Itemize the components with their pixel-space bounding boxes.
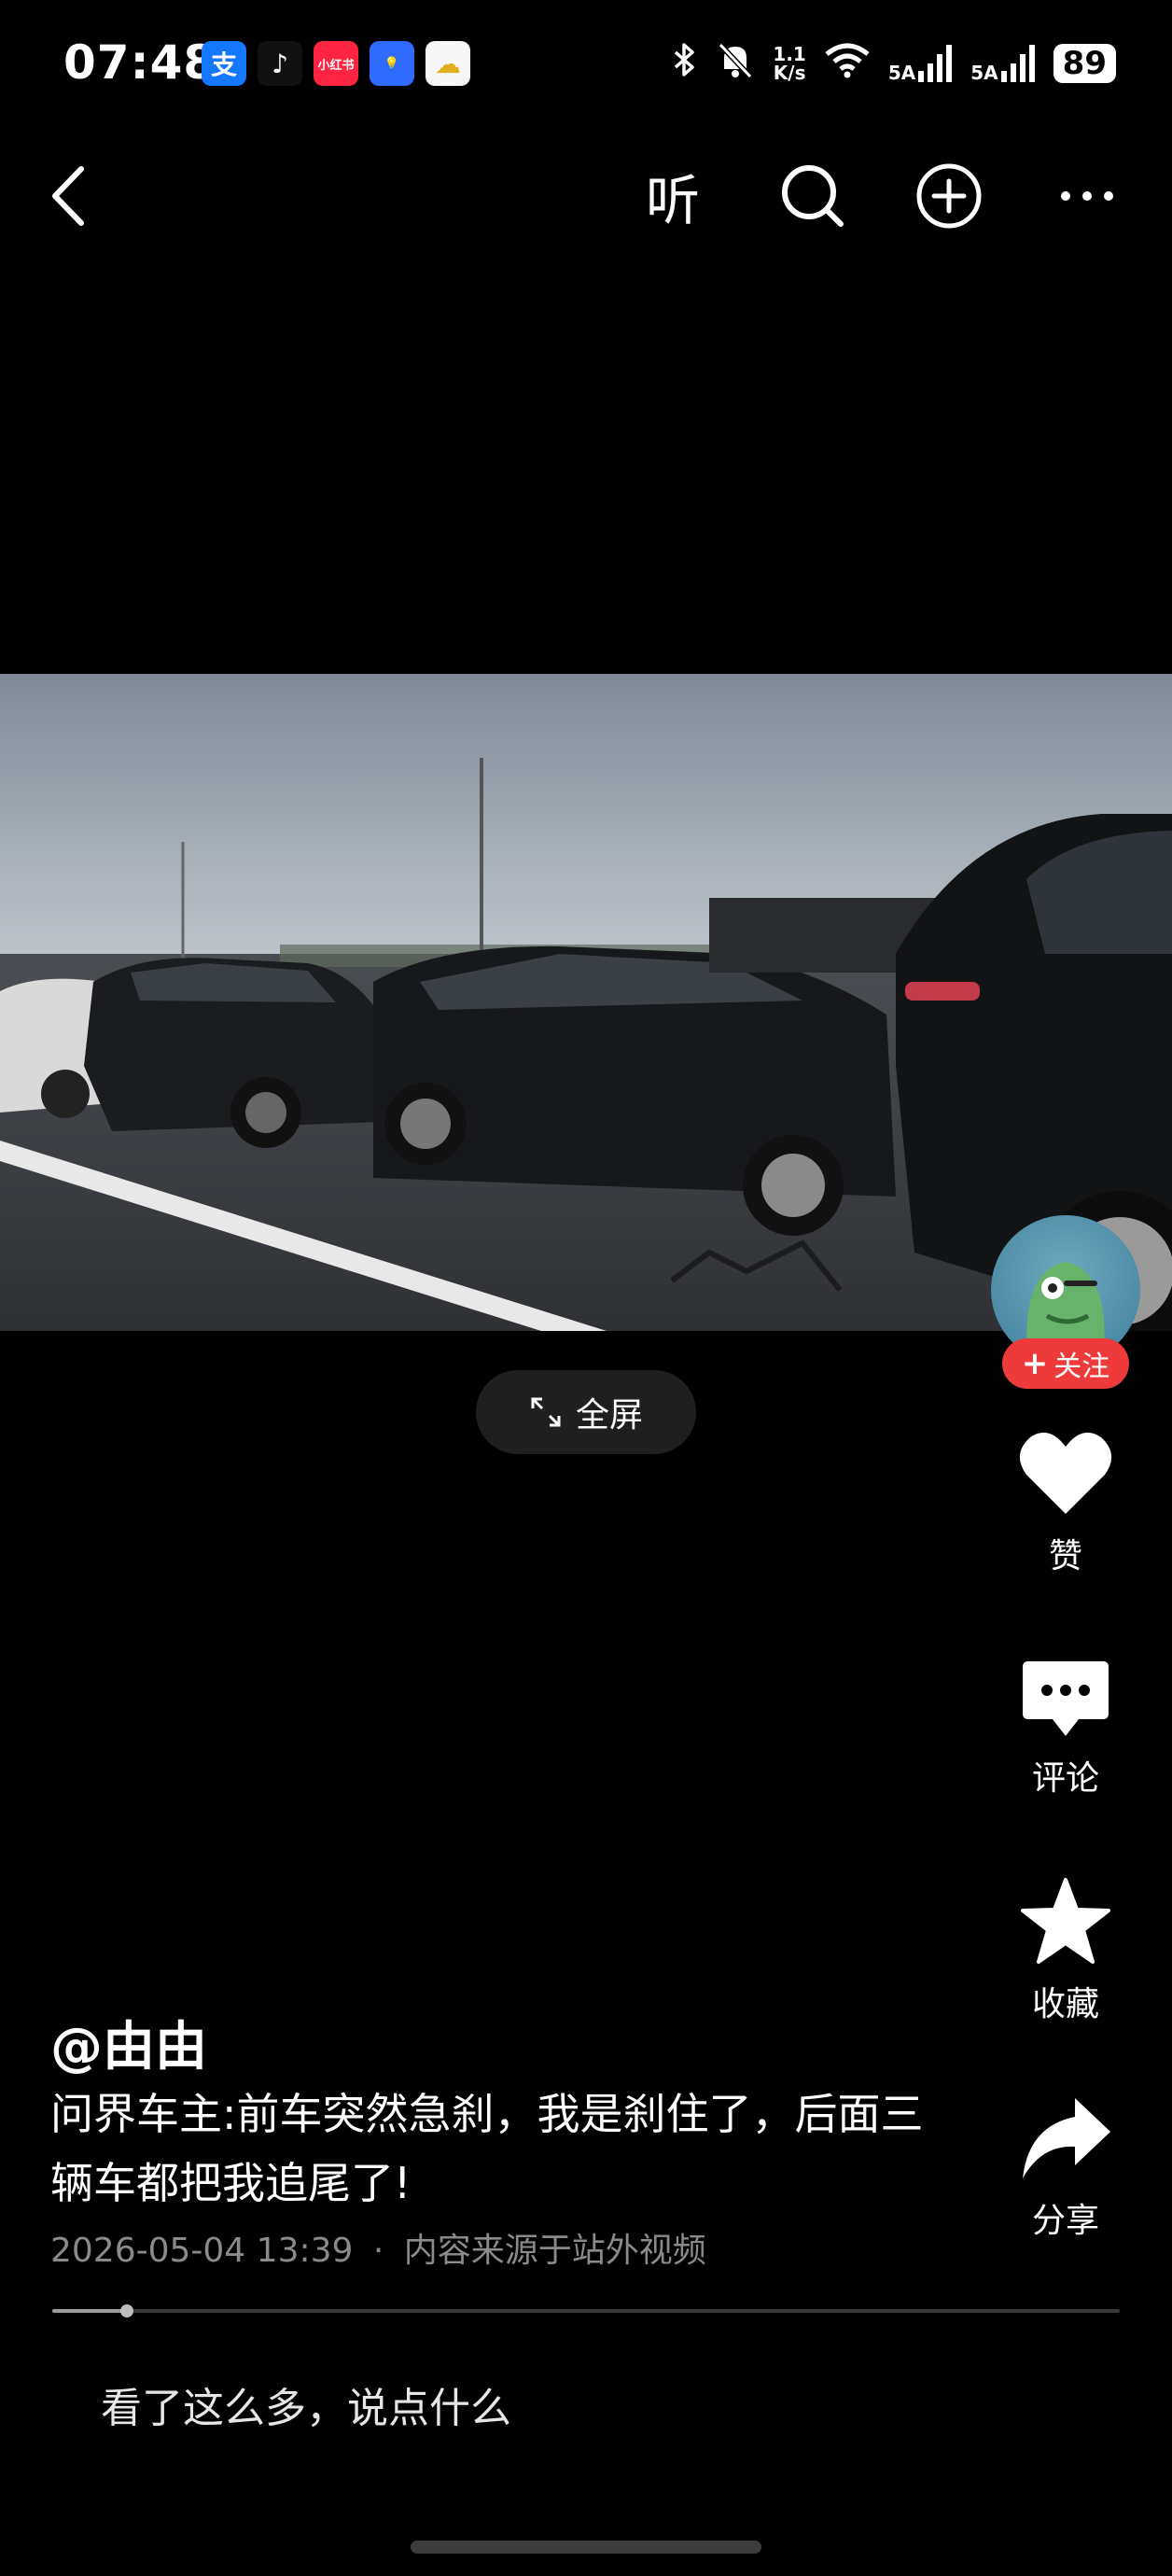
alipay-icon: 支 <box>202 41 246 86</box>
share-arrow-icon <box>1023 2098 1110 2178</box>
share-button[interactable]: 分享 <box>1010 2094 1122 2242</box>
follow-label: 关注 <box>1053 1351 1110 1383</box>
video-player[interactable] <box>0 674 1172 1331</box>
post-caption: 问界车主:前车突然急刹，我是刹住了，后面三辆车都把我追尾了! <box>50 2089 924 2208</box>
video-frame-car-collision <box>0 674 1172 1331</box>
search-button[interactable] <box>771 149 855 243</box>
status-bar: 07:48 支 ♪ 小红书 💡 ☁ 1.1 K/s 5A 5A 89 <box>0 0 1172 140</box>
comment-bubble-icon <box>1023 1661 1109 1736</box>
favorite-label: 收藏 <box>1031 1985 1099 2023</box>
heart-icon <box>1019 1432 1112 1514</box>
wifi-icon <box>823 41 872 86</box>
system-indicators: 1.1 K/s 5A 5A 89 <box>670 39 1116 88</box>
plus-circle-icon <box>916 163 982 229</box>
expand-icon <box>531 1397 561 1427</box>
fullscreen-label: 全屏 <box>575 1396 643 1435</box>
favorite-button[interactable]: 收藏 <box>1010 1876 1122 2025</box>
search-icon <box>782 165 844 227</box>
follow-button[interactable]: + 关注 <box>1002 1338 1129 1389</box>
star-icon <box>1021 1878 1110 1964</box>
bluetooth-icon <box>670 41 698 86</box>
more-button[interactable] <box>1045 149 1129 243</box>
cloud-app-icon: ☁ <box>426 41 470 86</box>
add-button[interactable] <box>907 149 991 243</box>
post-meta: 2026-05-04 13:39 · 内容来源于站外视频 <box>50 2223 706 2272</box>
douyin-icon: ♪ <box>258 41 302 86</box>
back-button[interactable] <box>26 149 110 243</box>
comment-input[interactable]: 看了这么多，说点什么 <box>101 2374 511 2434</box>
comment-button[interactable]: 评论 <box>1010 1658 1122 1799</box>
bulb-app-icon: 💡 <box>370 41 414 86</box>
top-navigation: 听 <box>0 149 1172 243</box>
cell-signal-2: 5A <box>970 45 1036 82</box>
post-source: 内容来源于站外视频 <box>403 2232 706 2270</box>
meta-separator: · <box>372 2232 384 2270</box>
progress-knob[interactable] <box>120 2304 134 2317</box>
post-timestamp: 2026-05-04 13:39 <box>50 2232 354 2270</box>
share-label: 分享 <box>1031 2202 1099 2240</box>
notification-app-icons: 支 ♪ 小红书 💡 ☁ <box>202 41 470 86</box>
author-name[interactable]: @由由 <box>50 2005 207 2080</box>
more-dots-icon <box>1061 191 1113 201</box>
mute-bell-icon <box>715 39 756 88</box>
progress-fill <box>52 2309 128 2313</box>
home-indicator[interactable] <box>411 2541 761 2554</box>
cell-signal-1: 5A <box>888 45 954 82</box>
video-progress-bar[interactable] <box>52 2304 1120 2317</box>
plus-icon: + <box>1021 1345 1049 1382</box>
like-label: 赞 <box>1048 1537 1082 1575</box>
like-button[interactable]: 赞 <box>1010 1428 1122 1577</box>
network-speed: 1.1 K/s <box>773 43 806 84</box>
listen-button[interactable]: 听 <box>631 149 715 243</box>
comment-label: 评论 <box>1031 1759 1099 1798</box>
battery-level: 89 <box>1053 44 1116 83</box>
status-time: 07:48 <box>63 35 217 90</box>
xiaohongshu-icon: 小红书 <box>314 41 358 86</box>
fullscreen-button[interactable]: 全屏 <box>476 1370 696 1454</box>
chevron-left-icon <box>52 166 84 226</box>
